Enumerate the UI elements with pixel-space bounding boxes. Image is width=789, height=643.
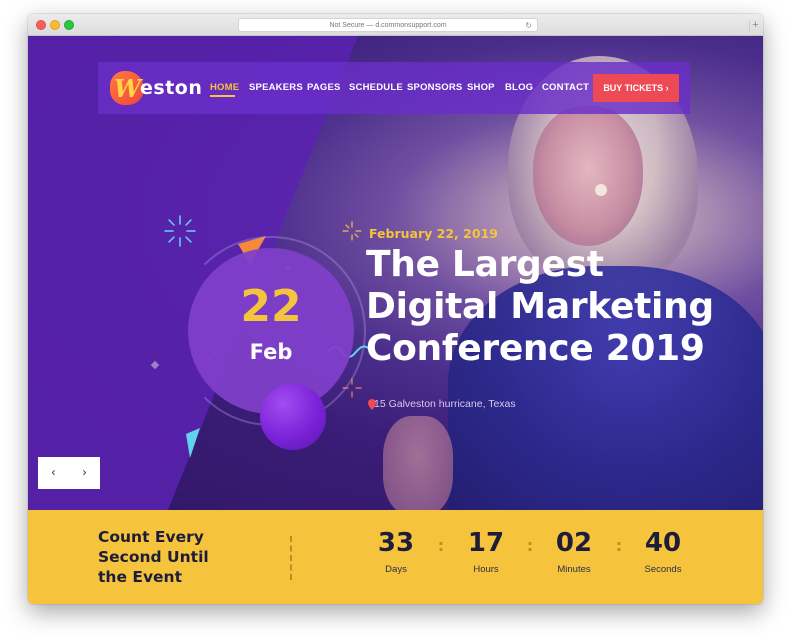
nav-shop[interactable]: SHOP — [467, 82, 495, 93]
countdown-heading-line-1: Count Every — [98, 528, 204, 546]
site-logo[interactable]: W eston — [110, 71, 208, 105]
countdown-seconds: 40 Seconds — [633, 528, 693, 575]
countdown-separator: : — [437, 536, 445, 555]
close-window-button[interactable] — [36, 20, 46, 30]
minimize-window-button[interactable] — [50, 20, 60, 30]
countdown-hours-label: Hours — [473, 564, 499, 575]
headline-line-3: Conference 2019 — [366, 328, 705, 369]
nav-contact[interactable]: CONTACT — [542, 82, 589, 93]
countdown-heading-line-2: Second Until — [98, 548, 209, 566]
event-location: 15 Galveston hurricane, Texas — [374, 398, 516, 410]
browser-window: Not Secure — d.commonsupport.com ↻ + W e… — [28, 14, 763, 604]
countdown-hours: 17 Hours — [456, 528, 516, 575]
countdown-days-value: 33 — [377, 528, 415, 558]
countdown-minutes-value: 02 — [555, 528, 593, 558]
address-bar-text: Not Secure — d.commonsupport.com — [329, 22, 447, 29]
buy-tickets-button[interactable]: BUY TICKETS › — [593, 74, 679, 102]
slider-next-button[interactable]: › — [69, 457, 100, 489]
nav-schedule[interactable]: SCHEDULE — [349, 82, 403, 93]
nav-home[interactable]: HOME — [210, 82, 239, 93]
countdown-seconds-label: Seconds — [644, 564, 682, 575]
nav-pages[interactable]: PAGES — [307, 82, 341, 93]
maximize-window-button[interactable] — [64, 20, 74, 30]
countdown-days-label: Days — [385, 564, 407, 575]
countdown-separator: : — [615, 536, 623, 555]
address-bar[interactable]: Not Secure — d.commonsupport.com ↻ — [238, 18, 538, 32]
headline-line-2: Digital Marketing — [366, 286, 714, 327]
decorative-ball — [260, 384, 326, 450]
countdown-days: 33 Days — [366, 528, 426, 575]
burst-icon-small — [342, 221, 362, 241]
countdown-bar: Count Every Second Until the Event 33 Da… — [28, 510, 763, 604]
chevron-right-icon: › — [665, 83, 669, 93]
countdown-separator: : — [526, 536, 534, 555]
logo-text: eston — [140, 77, 203, 99]
date-day: 22 — [240, 281, 302, 332]
slider-controls: ‹ › — [38, 457, 100, 489]
nav-blog[interactable]: BLOG — [505, 82, 533, 93]
browser-toolbar: Not Secure — d.commonsupport.com ↻ + — [28, 14, 763, 36]
countdown-heading-line-3: the Event — [98, 568, 183, 586]
plus-icon[interactable]: + — [749, 20, 761, 32]
nav-sponsors[interactable]: SPONSORS — [407, 82, 462, 93]
countdown-hours-value: 17 — [467, 528, 505, 558]
slider-prev-button[interactable]: ‹ — [38, 457, 69, 489]
reload-icon[interactable]: ↻ — [525, 19, 532, 32]
countdown-minutes: 02 Minutes — [544, 528, 604, 575]
nav-speakers[interactable]: SPEAKERS — [249, 82, 303, 93]
date-month: Feb — [249, 340, 293, 364]
headline-line-1: The Largest — [366, 244, 604, 285]
hero-slider: W eston HOME SPEAKERS PAGES SCHEDULE SPO… — [28, 36, 763, 510]
nav-active-underline — [210, 95, 235, 97]
countdown-divider — [290, 536, 292, 580]
hero-headline: The Largest Digital Marketing Conference… — [366, 244, 746, 370]
countdown-heading: Count Every Second Until the Event — [98, 527, 248, 587]
countdown-seconds-value: 40 — [644, 528, 682, 558]
main-navbar: W eston HOME SPEAKERS PAGES SCHEDULE SPO… — [98, 62, 690, 114]
event-date: February 22, 2019 — [369, 226, 498, 241]
buy-tickets-label: BUY TICKETS — [603, 83, 664, 93]
countdown-minutes-label: Minutes — [557, 564, 591, 575]
logo-mark-letter: W — [114, 74, 141, 103]
